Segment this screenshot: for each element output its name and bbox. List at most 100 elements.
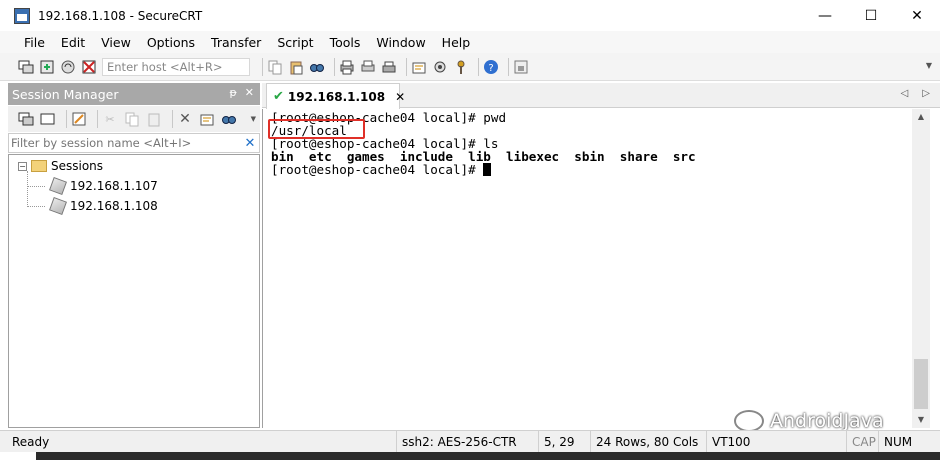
terminal-area[interactable]: [root@eshop-cache04 local]# pwd /usr/loc… xyxy=(262,109,912,428)
wechat-icon xyxy=(734,410,764,432)
tab-192-168-1-108[interactable]: ✔ 192.168.1.108 ✕ xyxy=(266,83,405,109)
connect-in-tab-icon[interactable] xyxy=(40,111,56,127)
session-manager-header: Session Manager ᵽ ✕ xyxy=(8,83,260,105)
svg-text:?: ? xyxy=(488,63,493,74)
session-label: 192.168.1.107 xyxy=(70,179,158,193)
menu-options[interactable]: Options xyxy=(139,35,203,50)
copy-icon[interactable] xyxy=(267,59,283,75)
disconnect-icon[interactable] xyxy=(81,59,97,75)
menu-bar: File Edit View Options Transfer Script T… xyxy=(0,31,940,53)
menu-window[interactable]: Window xyxy=(368,35,433,50)
print-icon[interactable] xyxy=(339,59,355,75)
session-tree: − Sessions 192.168.1.107 192.168.1.108 xyxy=(8,154,260,428)
connect-session-icon[interactable] xyxy=(18,111,34,127)
lock-screen-icon[interactable] xyxy=(513,59,529,75)
session-filter-input[interactable] xyxy=(9,134,241,152)
main-toolbar: ? ▼ xyxy=(0,53,940,81)
close-window-button[interactable]: ✕ xyxy=(894,0,940,31)
help-icon[interactable]: ? xyxy=(483,59,499,75)
delete-session-icon[interactable]: ✕ xyxy=(177,111,193,127)
terminal-cursor xyxy=(483,163,492,176)
collapse-icon[interactable]: − xyxy=(18,161,27,171)
menu-file[interactable]: File xyxy=(16,35,53,50)
scroll-up-arrow-icon[interactable]: ▲ xyxy=(912,109,930,125)
tree-root-sessions[interactable]: − Sessions xyxy=(18,157,103,175)
toolbar-separator xyxy=(334,57,335,76)
quick-connect-icon[interactable] xyxy=(39,59,55,75)
session-icon xyxy=(49,197,67,215)
menu-transfer[interactable]: Transfer xyxy=(203,35,269,50)
toolbar-separator xyxy=(406,57,407,76)
watermark-text: AndroidJava xyxy=(770,410,884,432)
key-icon[interactable] xyxy=(453,59,469,75)
clear-filter-icon[interactable]: ✕ xyxy=(241,136,259,151)
session-properties-icon[interactable] xyxy=(199,111,215,127)
tree-root-label: Sessions xyxy=(51,159,104,173)
scroll-down-arrow-icon[interactable]: ▼ xyxy=(912,412,930,428)
session-label: 192.168.1.108 xyxy=(70,199,158,213)
pin-icon[interactable]: ᵽ xyxy=(229,86,236,99)
status-terminal-size: 24 Rows, 80 Cols xyxy=(590,431,698,453)
session-item-192-168-1-108[interactable]: 192.168.1.108 xyxy=(49,197,158,215)
watermark: AndroidJava xyxy=(734,410,884,432)
title-bar: 192.168.1.108 - SecureCRT — ☐ ✕ xyxy=(0,0,940,31)
paste-session-icon[interactable] xyxy=(146,111,162,127)
status-terminal-type: VT100 xyxy=(706,431,750,453)
close-tab-icon[interactable]: ✕ xyxy=(395,90,405,104)
session-item-192-168-1-107[interactable]: 192.168.1.107 xyxy=(49,177,158,195)
toolbar-overflow-icon[interactable]: ▼ xyxy=(926,61,932,70)
find-icon[interactable] xyxy=(309,59,325,75)
menu-script[interactable]: Script xyxy=(269,35,321,50)
folder-icon xyxy=(31,160,47,172)
menu-help[interactable]: Help xyxy=(434,35,479,50)
session-options-icon[interactable] xyxy=(411,59,427,75)
tab-bar: ✔ 192.168.1.108 ✕ ◁ ▷ xyxy=(262,83,940,109)
close-panel-icon[interactable]: ✕ xyxy=(245,86,254,99)
sm-toolbar-overflow-icon[interactable]: ▼ xyxy=(251,115,256,123)
connect-icon[interactable] xyxy=(18,59,34,75)
tab-prev-icon[interactable]: ◁ xyxy=(901,88,909,99)
terminal-prompt: [root@eshop-cache04 local]# xyxy=(271,162,484,177)
copy-session-icon[interactable] xyxy=(124,111,140,127)
printer-icon[interactable] xyxy=(381,59,397,75)
tab-next-icon[interactable]: ▷ xyxy=(922,88,930,99)
maximize-button[interactable]: ☐ xyxy=(848,0,894,31)
reconnect-icon[interactable] xyxy=(60,59,76,75)
toolbar-separator xyxy=(478,57,479,76)
toolbar-separator xyxy=(508,57,509,76)
status-ready: Ready xyxy=(12,435,50,449)
toolbar-separator xyxy=(262,57,263,76)
find-session-icon[interactable] xyxy=(221,111,237,127)
session-manager-toolbar: ✂ ✕ ▼ xyxy=(8,106,260,132)
new-session-icon[interactable] xyxy=(71,111,87,127)
toolbar-separator xyxy=(97,110,98,128)
terminal-scrollbar[interactable]: ▲ ▼ xyxy=(912,109,930,428)
tree-line xyxy=(27,206,45,207)
enter-host-input[interactable] xyxy=(102,57,250,76)
session-manager-title: Session Manager xyxy=(12,86,119,102)
paste-icon[interactable] xyxy=(288,59,304,75)
status-bar: Ready ssh2: AES-256-CTR 5, 29 24 Rows, 8… xyxy=(0,430,940,453)
tree-line xyxy=(27,186,45,187)
menu-view[interactable]: View xyxy=(93,35,139,50)
toolbar-separator xyxy=(172,110,173,128)
global-options-icon[interactable] xyxy=(432,59,448,75)
highlight-annotation-box xyxy=(268,119,365,139)
status-caps-lock: CAP xyxy=(846,431,876,453)
toolbar-separator xyxy=(66,110,67,128)
status-protocol: ssh2: AES-256-CTR xyxy=(396,431,517,453)
status-num-lock: NUM xyxy=(878,431,912,453)
window-title: 192.168.1.108 - SecureCRT xyxy=(38,8,203,23)
print-selection-icon[interactable] xyxy=(360,59,376,75)
session-filter: ✕ xyxy=(8,133,260,153)
session-icon xyxy=(49,177,67,195)
window-controls: — ☐ ✕ xyxy=(802,0,940,31)
cut-icon[interactable]: ✂ xyxy=(102,111,118,127)
connected-check-icon: ✔ xyxy=(273,89,284,104)
menu-tools[interactable]: Tools xyxy=(322,35,369,50)
menu-edit[interactable]: Edit xyxy=(53,35,93,50)
minimize-button[interactable]: — xyxy=(802,0,848,31)
scroll-thumb[interactable] xyxy=(914,359,928,409)
status-cursor-pos: 5, 29 xyxy=(538,431,575,453)
tab-label: 192.168.1.108 xyxy=(287,89,386,104)
